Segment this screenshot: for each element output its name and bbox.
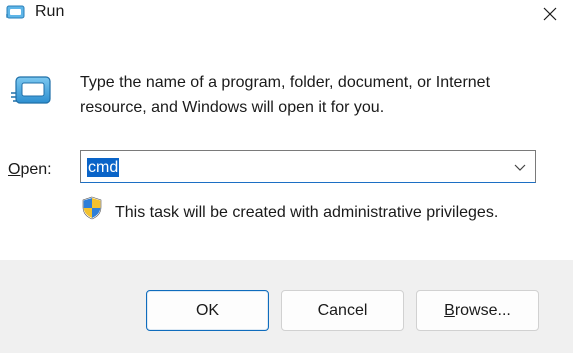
open-label-mnemonic: O <box>8 161 21 178</box>
close-button[interactable] <box>527 0 573 28</box>
open-label: Open: <box>8 159 52 181</box>
run-dialog: Run Type the name of a program, folder, … <box>0 0 573 353</box>
browse-label: rowse... <box>454 302 511 319</box>
title-bar: Run <box>0 0 573 28</box>
open-label-text: pen: <box>20 161 52 178</box>
cancel-button[interactable]: Cancel <box>281 290 404 331</box>
browse-mnemonic: B <box>444 302 455 319</box>
uac-shield-icon <box>82 196 102 220</box>
dialog-description: Type the name of a program, folder, docu… <box>80 74 491 116</box>
open-input[interactable]: cmd <box>87 158 120 177</box>
run-icon <box>6 5 25 19</box>
close-icon <box>543 7 557 21</box>
open-combobox[interactable]: cmd <box>80 150 536 183</box>
window-title: Run <box>35 3 65 20</box>
run-icon <box>11 76 51 104</box>
button-bar: OK Cancel Browse... <box>0 260 573 353</box>
browse-button[interactable]: Browse... <box>416 290 539 331</box>
admin-privileges-note: This task will be created with administr… <box>115 204 499 221</box>
ok-button[interactable]: OK <box>146 290 269 331</box>
chevron-down-icon[interactable] <box>513 161 527 173</box>
